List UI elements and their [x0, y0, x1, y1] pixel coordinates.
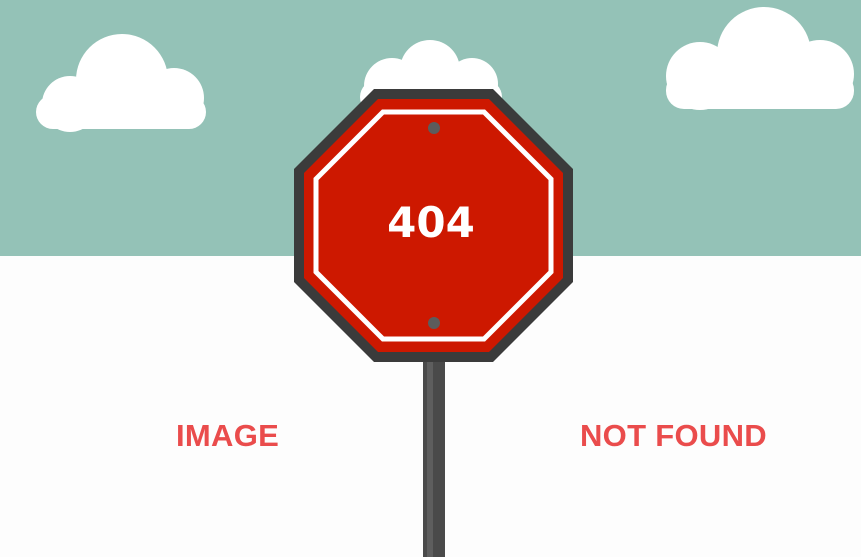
sign-pole — [423, 350, 445, 557]
stop-sign-scene: 404 — [36, 7, 854, 557]
sign-bolt-bottom — [428, 317, 440, 329]
cloud-right — [666, 7, 854, 110]
error-code-text: 404 — [387, 198, 475, 247]
not-found-illustration: 404 IMAGE NOT FOUND — [0, 0, 861, 557]
sign-pole-highlight — [427, 350, 433, 557]
caption-not-found: NOT FOUND — [580, 418, 767, 453]
cloud-left — [36, 34, 206, 132]
caption-image: IMAGE — [176, 418, 280, 453]
sign-bolt-top — [428, 122, 440, 134]
